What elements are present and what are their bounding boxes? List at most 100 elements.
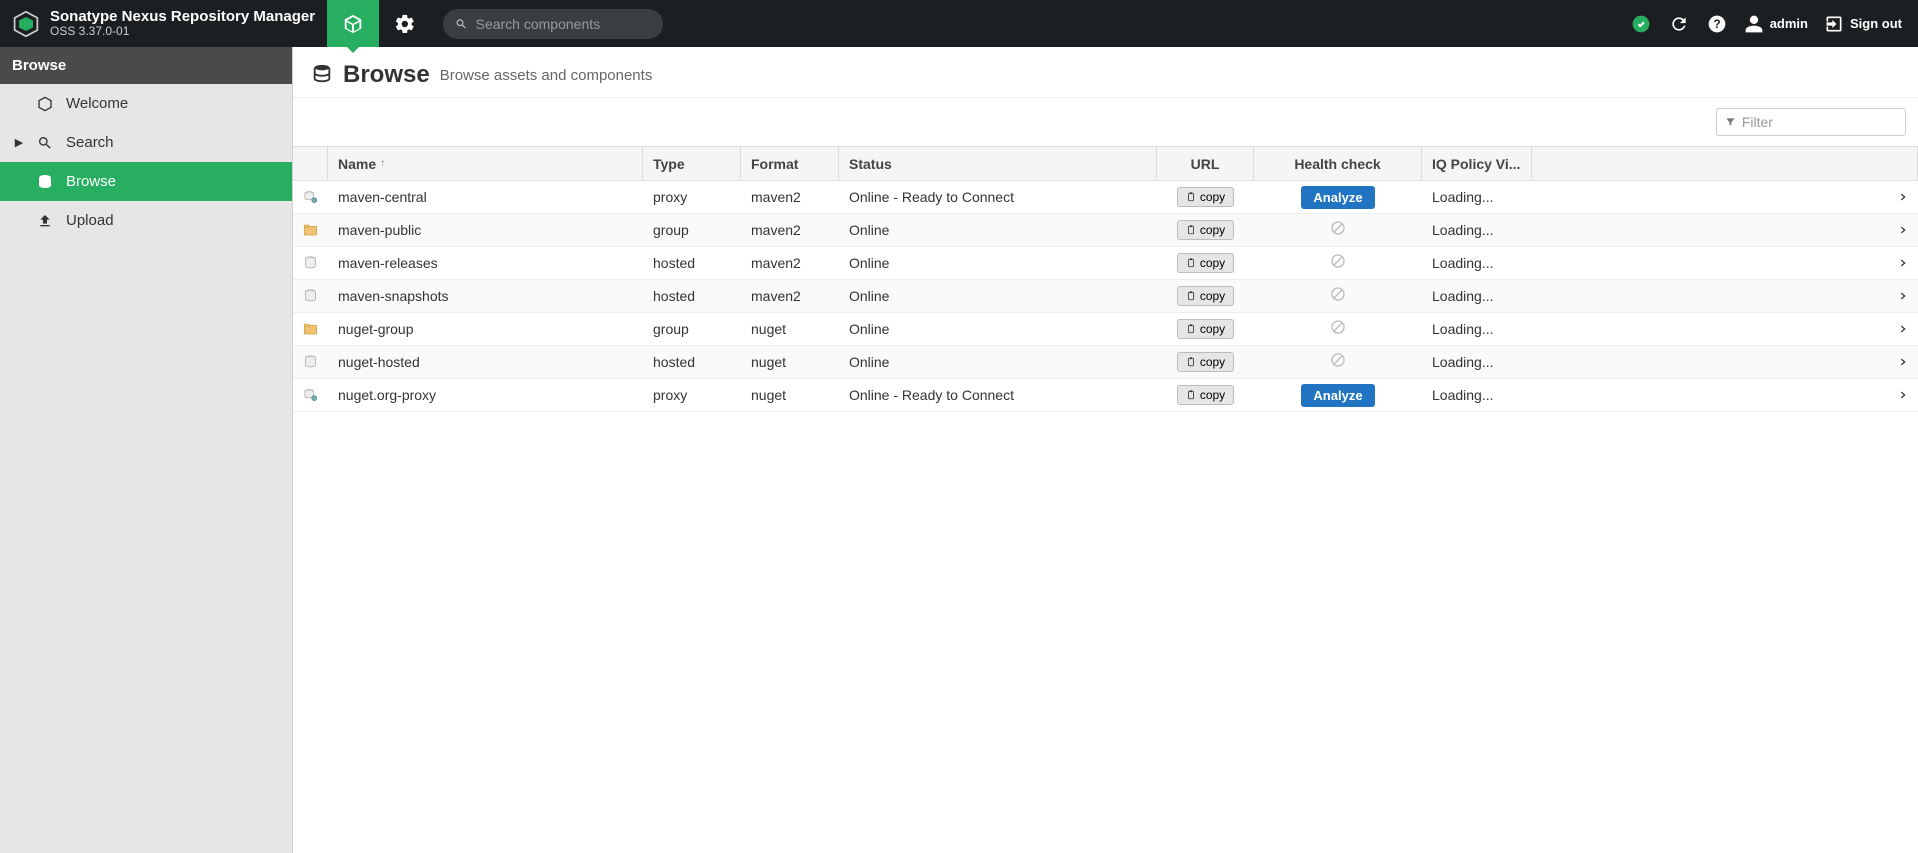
repo-type-icon (293, 247, 328, 279)
chevron-right-icon[interactable] (1898, 288, 1908, 304)
column-status[interactable]: Status (839, 147, 1157, 180)
copy-url-button[interactable]: copy (1177, 220, 1234, 240)
table-row[interactable]: nuget-group group nuget Online copy Load… (293, 313, 1918, 346)
filter-box[interactable] (1716, 108, 1906, 136)
expand-icon[interactable]: ▶ (14, 136, 24, 149)
repo-iq-cell: Loading... (1422, 280, 1532, 312)
component-search-box[interactable] (443, 9, 663, 39)
not-available-icon (1330, 319, 1346, 340)
sidebar-item-label: Search (66, 134, 114, 151)
table-row[interactable]: nuget-hosted hosted nuget Online copy Lo… (293, 346, 1918, 379)
sidebar-item-label: Welcome (66, 95, 128, 112)
filter-row (293, 98, 1918, 146)
username-label: admin (1770, 16, 1808, 31)
analyze-button[interactable]: Analyze (1301, 384, 1374, 407)
repo-type-cell: proxy (643, 379, 741, 411)
copy-url-button[interactable]: copy (1177, 352, 1234, 372)
filter-input[interactable] (1742, 114, 1897, 130)
column-iq[interactable]: IQ Policy Vi... (1422, 147, 1532, 180)
not-available-icon (1330, 253, 1346, 274)
table-row[interactable]: maven-snapshots hosted maven2 Online cop… (293, 280, 1918, 313)
user-icon (1744, 14, 1764, 34)
repo-type-cell: hosted (643, 247, 741, 279)
column-health[interactable]: Health check (1254, 147, 1422, 180)
table-row[interactable]: maven-central proxy maven2 Online - Read… (293, 181, 1918, 214)
sidebar-section-title: Browse (0, 47, 292, 84)
repo-name-cell: maven-central (328, 181, 643, 213)
clipboard-icon (1186, 192, 1196, 202)
clipboard-icon (1186, 291, 1196, 301)
signout-icon (1824, 14, 1844, 34)
sort-asc-icon: ↑ (380, 158, 385, 169)
signout-label: Sign out (1850, 16, 1902, 31)
repo-name-cell: nuget-group (328, 313, 643, 345)
help-icon[interactable]: ? (1706, 13, 1728, 35)
table-row[interactable]: maven-public group maven2 Online copy Lo… (293, 214, 1918, 247)
repo-format-cell: maven2 (741, 247, 839, 279)
signout-button[interactable]: Sign out (1824, 14, 1902, 34)
table-row[interactable]: nuget.org-proxy proxy nuget Online - Rea… (293, 379, 1918, 412)
chevron-right-icon[interactable] (1898, 354, 1908, 370)
page-description: Browse assets and components (440, 67, 653, 84)
repo-type-icon (293, 181, 328, 213)
copy-url-button[interactable]: copy (1177, 253, 1234, 273)
column-type[interactable]: Type (643, 147, 741, 180)
browse-mode-button[interactable] (327, 0, 379, 47)
table-row[interactable]: maven-releases hosted maven2 Online copy… (293, 247, 1918, 280)
chevron-right-icon[interactable] (1898, 222, 1908, 238)
content-area: Browse Browse assets and components Name… (293, 47, 1918, 853)
hexagon-icon (36, 96, 54, 112)
repo-type-icon (293, 346, 328, 378)
repo-format-cell: maven2 (741, 181, 839, 213)
chevron-right-icon[interactable] (1898, 387, 1908, 403)
content-header: Browse Browse assets and components (293, 47, 1918, 98)
repo-health-cell (1254, 346, 1422, 378)
repo-format-cell: nuget (741, 346, 839, 378)
sidebar-item-label: Browse (66, 173, 116, 190)
clipboard-icon (1186, 390, 1196, 400)
repo-format-cell: maven2 (741, 214, 839, 246)
sidebar-item-browse[interactable]: Browse (0, 162, 292, 201)
user-menu[interactable]: admin (1744, 14, 1808, 34)
repo-status-cell: Online (839, 247, 1157, 279)
column-url[interactable]: URL (1157, 147, 1254, 180)
chevron-right-icon[interactable] (1898, 255, 1908, 271)
copy-url-button[interactable]: copy (1177, 385, 1234, 405)
repo-iq-cell: Loading... (1422, 379, 1532, 411)
database-icon (311, 63, 333, 88)
repo-name-cell: maven-releases (328, 247, 643, 279)
status-ok-icon[interactable] (1630, 13, 1652, 35)
refresh-icon[interactable] (1668, 13, 1690, 35)
repo-iq-cell: Loading... (1422, 181, 1532, 213)
chevron-right-icon[interactable] (1898, 189, 1908, 205)
repo-iq-cell: Loading... (1422, 313, 1532, 345)
sidebar-item-welcome[interactable]: Welcome (0, 84, 292, 123)
chevron-right-icon[interactable] (1898, 321, 1908, 337)
repo-name-cell: nuget.org-proxy (328, 379, 643, 411)
copy-url-button[interactable]: copy (1177, 187, 1234, 207)
clipboard-icon (1186, 357, 1196, 367)
repo-type-icon (293, 313, 328, 345)
admin-mode-button[interactable] (379, 0, 431, 47)
column-name[interactable]: Name↑ (328, 147, 643, 180)
title-block: Sonatype Nexus Repository Manager OSS 3.… (50, 9, 315, 39)
analyze-button[interactable]: Analyze (1301, 186, 1374, 209)
repo-format-cell: maven2 (741, 280, 839, 312)
column-format[interactable]: Format (741, 147, 839, 180)
nexus-logo-icon (12, 10, 40, 38)
repo-health-cell (1254, 313, 1422, 345)
repo-health-cell (1254, 247, 1422, 279)
sidebar-item-upload[interactable]: Upload (0, 201, 292, 240)
repository-table: Name↑ Type Format Status URL Health chec… (293, 146, 1918, 412)
search-icon (455, 17, 468, 31)
header-icons: ? admin Sign out (1630, 13, 1918, 35)
component-search-input[interactable] (476, 16, 651, 32)
not-available-icon (1330, 220, 1346, 241)
copy-url-button[interactable]: copy (1177, 319, 1234, 339)
filter-icon (1725, 116, 1736, 128)
upload-icon (36, 213, 54, 229)
database-icon (36, 174, 54, 190)
table-header-row: Name↑ Type Format Status URL Health chec… (293, 147, 1918, 181)
sidebar-item-search[interactable]: ▶ Search (0, 123, 292, 162)
copy-url-button[interactable]: copy (1177, 286, 1234, 306)
